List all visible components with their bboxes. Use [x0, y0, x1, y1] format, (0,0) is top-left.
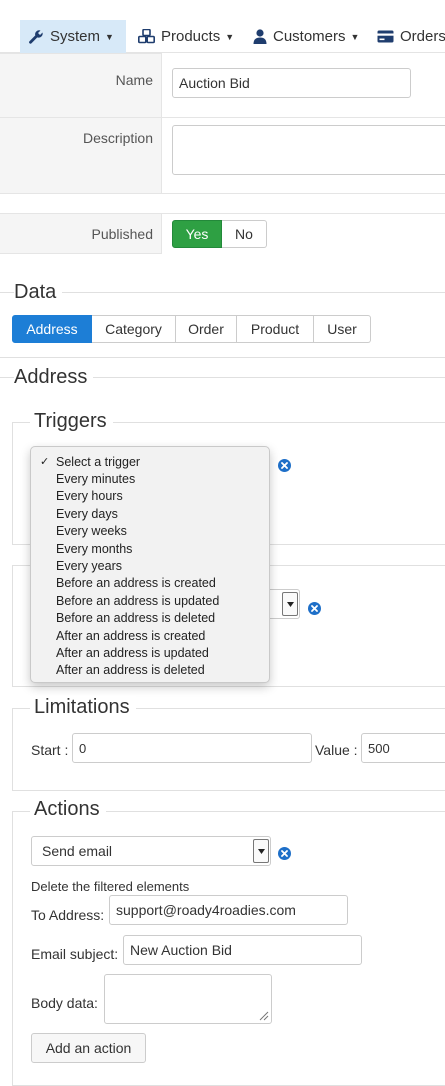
- action-select[interactable]: Send email: [31, 836, 271, 866]
- tab-address[interactable]: Address: [12, 315, 92, 343]
- cubes-icon: [138, 29, 155, 44]
- dropdown-option[interactable]: Before an address is updated: [31, 592, 269, 609]
- body-data-label: Body data:: [31, 995, 98, 1011]
- start-input-value: 0: [79, 741, 87, 756]
- dropdown-option[interactable]: After an address is deleted: [31, 662, 269, 679]
- email-subject-label: Email subject:: [31, 946, 119, 962]
- actions-legend: Actions: [30, 798, 106, 821]
- trigger-dropdown-menu[interactable]: ✓ Select a trigger Every minutes Every ho…: [30, 446, 270, 683]
- value-input[interactable]: 500: [361, 733, 445, 763]
- dropdown-option[interactable]: After an address is created: [31, 627, 269, 644]
- value-input-value: 500: [368, 741, 390, 756]
- limitations-legend: Limitations: [30, 696, 136, 719]
- description-label-cell: Description: [0, 117, 162, 194]
- resize-handle-icon[interactable]: [257, 1009, 269, 1021]
- dropdown-option[interactable]: Every hours: [31, 488, 269, 505]
- chevron-down-icon: ▼: [350, 31, 360, 42]
- name-label: Name: [115, 72, 153, 88]
- add-action-button[interactable]: Add an action: [31, 1033, 146, 1063]
- wrench-icon: [29, 29, 43, 44]
- chevron-down-icon: [253, 839, 269, 863]
- tab-product[interactable]: Product: [237, 315, 314, 343]
- top-navbar: System ▼ Products ▼ Customers ▼ Orders: [0, 0, 445, 53]
- start-label: Start :: [31, 742, 69, 758]
- published-label-cell: Published: [0, 213, 162, 254]
- remove-action-icon[interactable]: [278, 847, 291, 860]
- remove-trigger-icon[interactable]: [278, 459, 291, 472]
- description-label: Description: [82, 130, 153, 146]
- tab-order[interactable]: Order: [176, 315, 237, 343]
- nav-products-label: Products: [161, 28, 221, 45]
- name-input[interactable]: Auction Bid: [172, 68, 411, 98]
- credit-card-icon: [377, 30, 394, 43]
- nav-system[interactable]: System ▼: [20, 20, 126, 53]
- delete-filtered-text: Delete the filtered elements: [31, 879, 190, 894]
- tab-user[interactable]: User: [314, 315, 371, 343]
- address-section-title: Address: [14, 366, 94, 389]
- published-label: Published: [91, 226, 154, 242]
- dropdown-option[interactable]: Every weeks: [31, 523, 269, 540]
- chevron-down-icon: [282, 592, 298, 616]
- dropdown-option[interactable]: Every years: [31, 557, 269, 574]
- divider: [162, 117, 445, 118]
- nav-system-label: System: [50, 28, 101, 45]
- nav-customers[interactable]: Customers ▼: [245, 20, 367, 53]
- to-address-label: To Address:: [31, 907, 105, 923]
- dropdown-option[interactable]: Before an address is created: [31, 575, 269, 592]
- chevron-down-icon: ▼: [225, 31, 235, 42]
- divider: [0, 292, 445, 293]
- email-subject-input[interactable]: New Auction Bid: [123, 935, 362, 965]
- email-subject-value: New Auction Bid: [130, 942, 232, 958]
- divider: [162, 213, 445, 214]
- divider: [162, 193, 445, 194]
- dropdown-option[interactable]: Before an address is deleted: [31, 610, 269, 627]
- name-input-value: Auction Bid: [179, 75, 250, 91]
- dropdown-option[interactable]: Every minutes: [31, 470, 269, 487]
- description-textarea[interactable]: [172, 125, 445, 175]
- published-no-button[interactable]: No: [222, 220, 267, 248]
- body-data-textarea[interactable]: [104, 974, 272, 1024]
- dropdown-option[interactable]: Every months: [31, 540, 269, 557]
- nav-orders[interactable]: Orders: [369, 20, 445, 53]
- nav-orders-label: Orders: [400, 28, 445, 45]
- nav-customers-label: Customers: [273, 28, 346, 45]
- to-address-input[interactable]: support@roady4roadies.com: [109, 895, 348, 925]
- checkmark-icon: ✓: [40, 456, 50, 469]
- data-section-title: Data: [14, 281, 63, 304]
- published-yes-button[interactable]: Yes: [172, 220, 222, 248]
- triggers-legend: Triggers: [30, 410, 113, 433]
- divider: [0, 357, 445, 358]
- value-label: Value :: [315, 742, 358, 758]
- action-select-value: Send email: [42, 843, 113, 859]
- user-icon: [253, 29, 267, 44]
- to-address-value: support@roady4roadies.com: [116, 902, 296, 918]
- nav-products[interactable]: Products ▼: [130, 20, 242, 53]
- dropdown-option[interactable]: ✓ Select a trigger: [31, 453, 269, 470]
- remove-trigger-icon[interactable]: [308, 602, 321, 615]
- name-label-cell: Name: [0, 53, 162, 118]
- start-input[interactable]: 0: [72, 733, 312, 763]
- dropdown-option[interactable]: Every days: [31, 505, 269, 522]
- tab-category[interactable]: Category: [92, 315, 176, 343]
- chevron-down-icon: ▼: [105, 31, 114, 42]
- dropdown-option[interactable]: After an address is updated: [31, 644, 269, 661]
